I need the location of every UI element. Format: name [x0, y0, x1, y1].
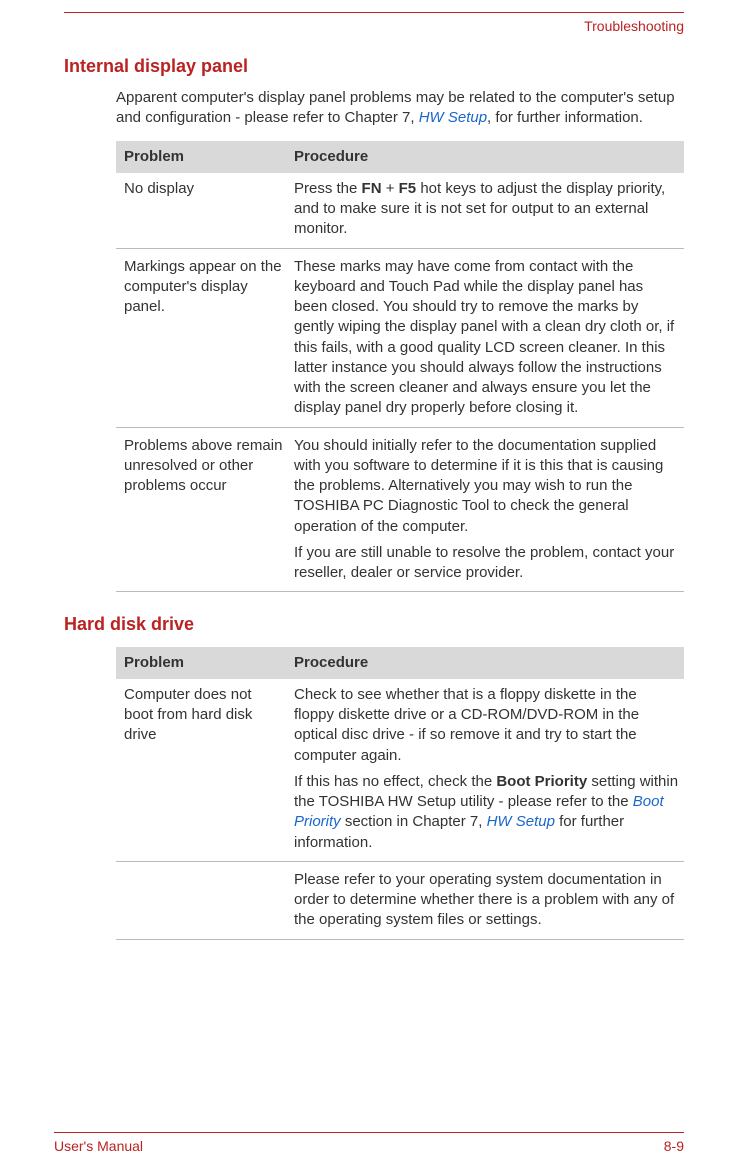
- table-display-panel: Problem Procedure No display Press the F…: [116, 141, 684, 593]
- procedure-cell: These marks may have come from contact w…: [290, 251, 684, 425]
- intro-paragraph: Apparent computer's display panel proble…: [116, 88, 684, 129]
- table-header-row: Problem Procedure: [116, 647, 684, 679]
- key-fn: FN: [362, 180, 382, 197]
- problem-cell-empty: [116, 864, 290, 937]
- procedure-cell: Press the FN + F5 hot keys to adjust the…: [290, 173, 684, 246]
- col-header-problem: Problem: [116, 647, 290, 679]
- problem-cell: Problems above remain unresolved or othe…: [116, 430, 290, 590]
- col-header-problem: Problem: [116, 141, 290, 173]
- proc-text: +: [382, 180, 399, 197]
- proc-para: If you are still unable to resolve the p…: [294, 543, 680, 584]
- footer-left: User's Manual: [54, 1137, 143, 1156]
- section-heading-display-panel: Internal display panel: [64, 54, 684, 78]
- top-rule: [64, 12, 684, 13]
- proc-text: Press the: [294, 180, 362, 197]
- bold-boot-priority: Boot Priority: [496, 773, 587, 790]
- col-header-procedure: Procedure: [290, 647, 684, 679]
- table-row: Markings appear on the computer's displa…: [116, 251, 684, 425]
- footer-right: 8-9: [664, 1137, 684, 1156]
- table-row: No display Press the FN + F5 hot keys to…: [116, 173, 684, 246]
- proc-para: You should initially refer to the docume…: [294, 436, 680, 537]
- row-divider: [116, 427, 684, 428]
- proc-text: If this has no effect, check the: [294, 773, 496, 790]
- problem-cell: No display: [116, 173, 290, 246]
- footer-rule: [54, 1132, 684, 1133]
- running-header: Troubleshooting: [64, 17, 684, 36]
- section-heading-hard-disk: Hard disk drive: [64, 612, 684, 636]
- table-row: Problems above remain unresolved or othe…: [116, 430, 684, 590]
- problem-cell: Computer does not boot from hard disk dr…: [116, 679, 290, 859]
- row-divider: [116, 248, 684, 249]
- intro-text-b: , for further information.: [487, 109, 643, 126]
- proc-para: If this has no effect, check the Boot Pr…: [294, 772, 680, 853]
- procedure-cell: You should initially refer to the docume…: [290, 430, 684, 590]
- row-divider: [116, 861, 684, 862]
- key-f5: F5: [399, 180, 417, 197]
- row-divider: [116, 939, 684, 940]
- col-header-procedure: Procedure: [290, 141, 684, 173]
- procedure-cell: Check to see whether that is a floppy di…: [290, 679, 684, 859]
- link-hw-setup[interactable]: HW Setup: [487, 813, 555, 830]
- link-hw-setup[interactable]: HW Setup: [419, 109, 487, 126]
- row-divider: [116, 591, 684, 592]
- table-header-row: Problem Procedure: [116, 141, 684, 173]
- problem-cell: Markings appear on the computer's displa…: [116, 251, 290, 425]
- table-row: Computer does not boot from hard disk dr…: [116, 679, 684, 859]
- page-footer: User's Manual 8-9: [54, 1132, 684, 1156]
- table-row: Please refer to your operating system do…: [116, 864, 684, 937]
- proc-text: section in Chapter 7,: [341, 813, 487, 830]
- table-hard-disk: Problem Procedure Computer does not boot…: [116, 647, 684, 940]
- procedure-cell: Please refer to your operating system do…: [290, 864, 684, 937]
- proc-para: Check to see whether that is a floppy di…: [294, 685, 680, 766]
